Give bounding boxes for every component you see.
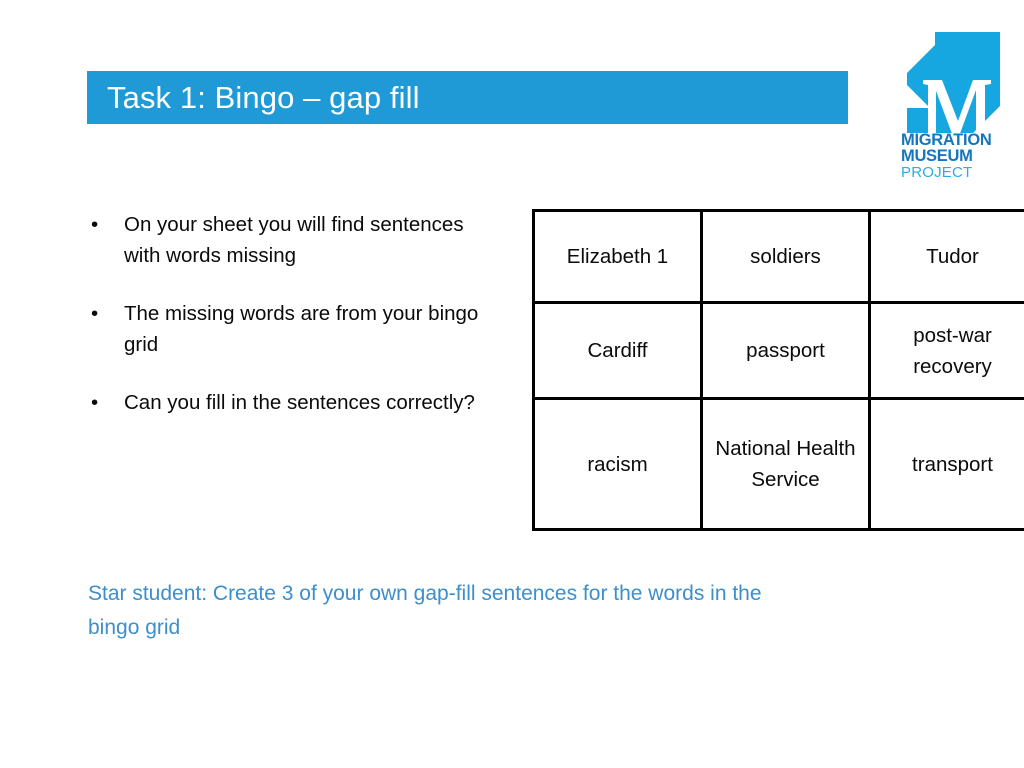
table-row: Cardiff passport post-war recovery bbox=[532, 301, 1024, 400]
bingo-cell: National Health Service bbox=[700, 397, 871, 531]
bingo-cell: racism bbox=[532, 397, 703, 531]
table-row: Elizabeth 1 soldiers Tudor bbox=[532, 209, 1024, 304]
slide-title-bar: Task 1: Bingo – gap fill bbox=[87, 71, 848, 124]
migration-museum-logo: MIGRATION MUSEUM PROJECT bbox=[897, 28, 1007, 183]
bingo-cell: Cardiff bbox=[532, 301, 703, 400]
bingo-cell: post-war recovery bbox=[868, 301, 1024, 400]
bullet-icon: • bbox=[91, 213, 99, 236]
bingo-cell: transport bbox=[868, 397, 1024, 531]
logo-mark-icon bbox=[897, 28, 1007, 140]
list-item: • On your sheet you will find sentences … bbox=[86, 209, 486, 271]
bullet-icon: • bbox=[91, 302, 99, 325]
list-item-text: The missing words are from your bingo gr… bbox=[124, 302, 479, 356]
table-row: racism National Health Service transport bbox=[532, 397, 1024, 531]
logo-wordmark: MIGRATION MUSEUM PROJECT bbox=[901, 132, 1009, 181]
star-student-note: Star student: Create 3 of your own gap-f… bbox=[88, 582, 762, 639]
logo-line-migration: MIGRATION bbox=[901, 131, 992, 149]
bingo-cell: Tudor bbox=[868, 209, 1024, 304]
bingo-cell: passport bbox=[700, 301, 871, 400]
list-item: • The missing words are from your bingo … bbox=[86, 298, 486, 360]
list-item-text: On your sheet you will find sentences wi… bbox=[124, 213, 464, 267]
page-title: Task 1: Bingo – gap fill bbox=[107, 80, 420, 115]
logo-line-project: PROJECT bbox=[901, 164, 973, 181]
bingo-cell: Elizabeth 1 bbox=[532, 209, 703, 304]
bingo-grid: Elizabeth 1 soldiers Tudor Cardiff passp… bbox=[532, 209, 1024, 531]
bullet-icon: • bbox=[91, 391, 99, 414]
instruction-bullet-list: • On your sheet you will find sentences … bbox=[86, 209, 486, 418]
list-item: • Can you fill in the sentences correctl… bbox=[86, 387, 486, 418]
list-item-text: Can you fill in the sentences correctly? bbox=[124, 391, 475, 414]
bingo-cell: soldiers bbox=[700, 209, 871, 304]
logo-line-museum: MUSEUM bbox=[901, 147, 973, 165]
